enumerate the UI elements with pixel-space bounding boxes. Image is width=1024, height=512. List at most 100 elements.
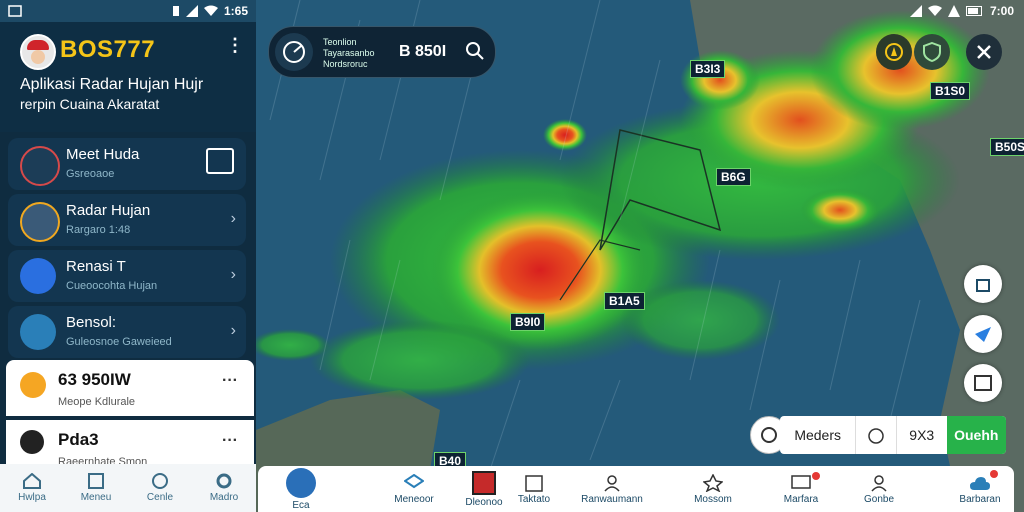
person-icon	[604, 474, 620, 492]
alert-badge	[812, 472, 820, 480]
search-value[interactable]: B 850I	[399, 43, 446, 61]
more-horiz-icon[interactable]: ···	[222, 372, 238, 390]
nav-home[interactable]: Hwlpa	[0, 464, 64, 512]
navigation-icon	[975, 327, 991, 342]
map-location-label[interactable]: B9I0	[510, 313, 546, 331]
nav-center[interactable]: Cenle	[128, 464, 192, 512]
plane-icon[interactable]	[206, 148, 234, 174]
nav-label: Ranwaumann	[581, 493, 643, 505]
layers-button[interactable]	[964, 265, 1002, 303]
close-button[interactable]	[966, 34, 1002, 70]
layers-icon	[404, 473, 424, 488]
sidebar-card-1[interactable]: 63 950IW Meope Kdlurale ···	[6, 360, 254, 416]
sidebar: BOS777 ⋮ Aplikasi Radar Hujan Hujr rerpi…	[0, 22, 256, 512]
chevron-right-icon: ›	[230, 322, 236, 339]
radar-sweep-icon	[20, 146, 60, 186]
nav-settings[interactable]: Barbaran	[952, 466, 1008, 512]
sidebar-item-title: Radar Hujan	[66, 202, 151, 219]
app-subtitle: Aplikasi Radar Hujan Hujr	[20, 76, 204, 93]
map-location-label[interactable]: B1S0	[930, 82, 971, 100]
bottom-nav: Eca Meneoor Dleonoo Taktato Ranwaumann M…	[258, 466, 1014, 512]
nav-radar[interactable]: Eca	[278, 466, 324, 512]
nav-menu[interactable]: Meneu	[64, 464, 128, 512]
sidebar-item-title: Meet Huda	[66, 146, 140, 163]
shield-button[interactable]	[914, 34, 950, 70]
nav-label: Madro	[209, 492, 239, 503]
status-time-left: 1:65	[223, 4, 248, 18]
chevron-right-icon: ›	[230, 210, 236, 227]
action-button[interactable]: Ouehh	[946, 416, 1006, 454]
sidebar-bottom-nav: Hwlpa Meneu Cenle Madro	[0, 464, 256, 512]
map-location-label[interactable]: B3I3	[690, 60, 726, 78]
sidebar-item-subtitle: Guleosnoe Gaweieed	[66, 336, 172, 348]
nav-profile[interactable]: Ranwaumann	[578, 466, 646, 512]
chat-icon	[791, 474, 811, 489]
search-icon[interactable]	[465, 41, 485, 66]
map-view-button[interactable]	[964, 364, 1002, 402]
video-icon	[472, 470, 496, 495]
map-location-label[interactable]: B50S	[990, 138, 1024, 156]
signal-icon	[909, 5, 922, 17]
card-subtitle: Meope Kdlurale	[58, 396, 136, 408]
more-vert-icon[interactable]: ⋮	[226, 36, 244, 54]
nav-label: Meneu	[80, 492, 112, 503]
sidebar-item-title: Bensol:	[66, 314, 117, 331]
value-display: 9X3	[909, 427, 935, 443]
nav-messages[interactable]: Mossom	[688, 466, 738, 512]
radar-thumbnail-icon	[20, 202, 60, 242]
nav-account[interactable]: Gonbe	[854, 466, 904, 512]
nav-label: Hwlpa	[18, 492, 46, 503]
sidebar-card-2[interactable]: Pda3 Raeernhate Smon ···	[6, 420, 254, 468]
nav-label: Meneoor	[394, 493, 434, 505]
meters-tab[interactable]: Meders	[780, 416, 857, 454]
compass-button[interactable]	[876, 34, 912, 70]
square-icon	[974, 375, 992, 391]
nav-label: Dleonoo	[465, 496, 503, 508]
hat-icon	[20, 430, 44, 454]
close-icon	[977, 45, 991, 59]
sidebar-item-meet-huda[interactable]: Meet Huda Gsreoaoe	[8, 138, 246, 190]
nav-calendar[interactable]: Taktato	[508, 466, 560, 512]
nav-label: Cenle	[146, 492, 174, 503]
nav-label: Barbaran	[959, 493, 1001, 505]
nav-layers[interactable]: Meneoor	[386, 466, 442, 512]
sidebar-item-bensol[interactable]: Bensol: Guleosnoe Gaweieed ›	[8, 306, 246, 358]
app-subtitle-secondary: rerpin Cuaina Akaratat	[20, 96, 160, 112]
status-bar-right: 7:00	[820, 0, 1024, 22]
radar-icon	[275, 33, 313, 71]
notification-icon	[8, 5, 22, 17]
sidebar-item-subtitle: Rargaro 1:48	[66, 224, 131, 236]
sidebar-item-renasi[interactable]: Renasi T Cueoocohta Hujan ›	[8, 250, 246, 302]
mode-bar: Meders 9X3 Ouehh	[780, 416, 1006, 454]
sidebar-item-radar-hujan[interactable]: Radar Hujan Rargaro 1:48 ›	[8, 194, 246, 246]
calendar-icon	[525, 474, 543, 492]
status-time-right: 7:00	[989, 4, 1014, 18]
shield-icon	[923, 42, 941, 62]
image-icon	[88, 473, 104, 489]
chevron-right-icon: ›	[230, 266, 236, 283]
nav-label: Mossom	[694, 493, 732, 505]
radar-icon	[286, 467, 316, 498]
sidebar-item-subtitle: Gsreoaoe	[66, 168, 115, 180]
globe-icon	[152, 473, 168, 489]
map-location-label[interactable]: B6G	[716, 168, 751, 186]
star-icon	[703, 473, 723, 492]
wind-icon	[20, 258, 56, 294]
nav-label: Marfara	[783, 493, 819, 505]
nav-alerts[interactable]: Marfara	[776, 466, 826, 512]
sidebar-header: BOS777 ⋮ Aplikasi Radar Hujan Hujr rerpi…	[0, 22, 256, 132]
timer-icon[interactable]	[856, 416, 897, 454]
search-label: Teonlion Tayarasanbo Nordsroruc	[323, 37, 375, 69]
compass-icon	[885, 43, 903, 61]
card-title: 63 950IW	[58, 370, 131, 389]
sun-icon	[20, 372, 46, 398]
nav-mode[interactable]: Madro	[192, 464, 256, 512]
map-location-label[interactable]: B1A5	[604, 292, 645, 310]
warning-icon	[947, 5, 960, 17]
location-button[interactable]	[964, 315, 1002, 353]
more-horiz-icon[interactable]: ···	[222, 432, 238, 450]
search-bar[interactable]: Teonlion Tayarasanbo Nordsroruc B 850I	[268, 26, 496, 78]
nav-media[interactable]: Dleonoo	[458, 466, 510, 512]
bag-icon	[976, 279, 990, 292]
home-icon	[23, 473, 41, 489]
